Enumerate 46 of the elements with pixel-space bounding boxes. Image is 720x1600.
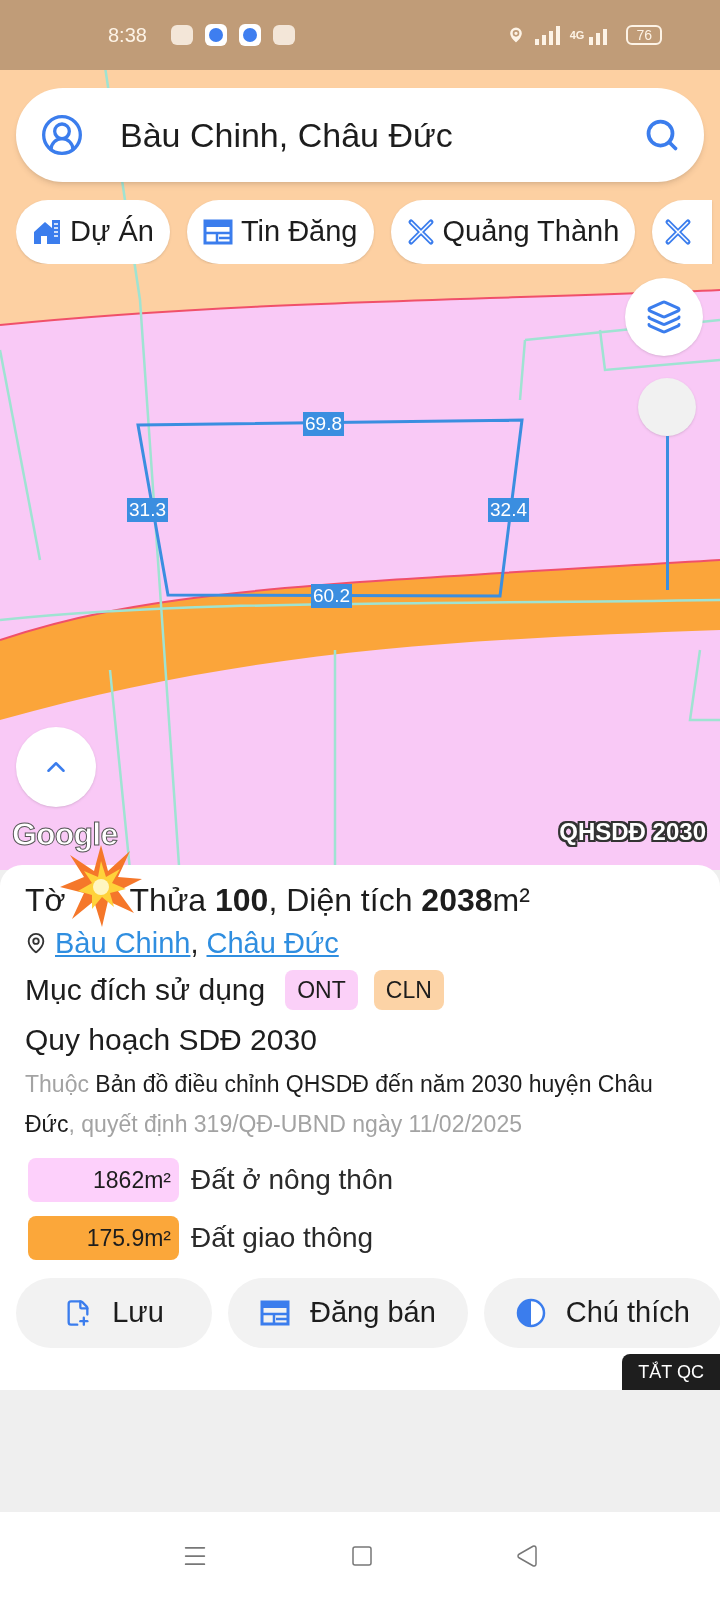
action-button[interactable]: Đăng bán: [228, 1278, 468, 1348]
sheet-label: Tờ: [25, 881, 66, 920]
listing-icon: [202, 219, 233, 245]
map-attribution: Google: [12, 815, 118, 854]
house-icon: [32, 218, 62, 246]
chat-app-icon: [272, 25, 295, 45]
edge-length-label: 32.4: [488, 498, 529, 522]
parcel-title: Thửa 100, Diện tích 2038m²: [129, 881, 530, 920]
separator: ,: [190, 926, 199, 961]
legend-area: 1862m²: [28, 1158, 179, 1202]
legend-area: 175.9m²: [28, 1216, 179, 1260]
edge-length-label: 69.8: [303, 412, 344, 436]
map-layer-label: QHSDĐ 2030: [559, 817, 706, 847]
back-triangle-icon[interactable]: [515, 1544, 540, 1568]
browser-app-icon: [238, 24, 261, 46]
browser-app-icon: [204, 24, 227, 46]
account-icon[interactable]: [40, 113, 84, 157]
filter-chip[interactable]: Quảng Thành: [390, 200, 636, 264]
filter-chip[interactable]: Dự Án: [16, 200, 170, 264]
home-square-icon[interactable]: [350, 1544, 374, 1568]
opacity-slider[interactable]: [638, 378, 696, 590]
legend-label: Đất ở nông thôn: [191, 1163, 394, 1197]
search-bar[interactable]: Bàu Chinh, Châu Đức: [16, 88, 704, 182]
ad-toggle-button[interactable]: TẮT QC: [622, 1354, 720, 1390]
plan-title: Quy hoạch SDĐ 2030: [25, 1022, 318, 1058]
layers-icon: [646, 299, 682, 335]
edge-length-label: 60.2: [311, 584, 352, 608]
half-circle-icon: [515, 1298, 546, 1328]
search-icon[interactable]: [644, 117, 680, 153]
status-time: 8:38: [108, 23, 147, 48]
location-pin-icon: [25, 932, 47, 954]
usage-tag: ONT: [285, 969, 358, 1010]
plan-description: Thuộc Bản đồ điều chỉnh QHSDĐ đến năm 2030 huyện Châu Đức, quyết định 319/QĐ-UBND ngày 11/02/2025: [25, 1070, 654, 1139]
network-type: 4G: [569, 29, 585, 41]
edge-length-label: 31.3: [127, 498, 168, 522]
search-value: Bàu Chinh, Châu Đức: [120, 114, 454, 156]
usage-label: Mục đích sử dụng: [25, 972, 266, 1008]
legend-label: Đất giao thông: [191, 1221, 374, 1255]
action-button[interactable]: Lưu: [16, 1278, 212, 1348]
usage-tag: CLN: [373, 969, 444, 1010]
signal-icon: [533, 25, 562, 45]
battery-indicator: 76: [626, 25, 662, 45]
filter-chip[interactable]: Tin Đăng: [186, 200, 374, 264]
action-button[interactable]: Chú thích: [483, 1278, 720, 1348]
chat-app-icon: [170, 25, 193, 45]
listing-icon: [260, 1300, 290, 1326]
